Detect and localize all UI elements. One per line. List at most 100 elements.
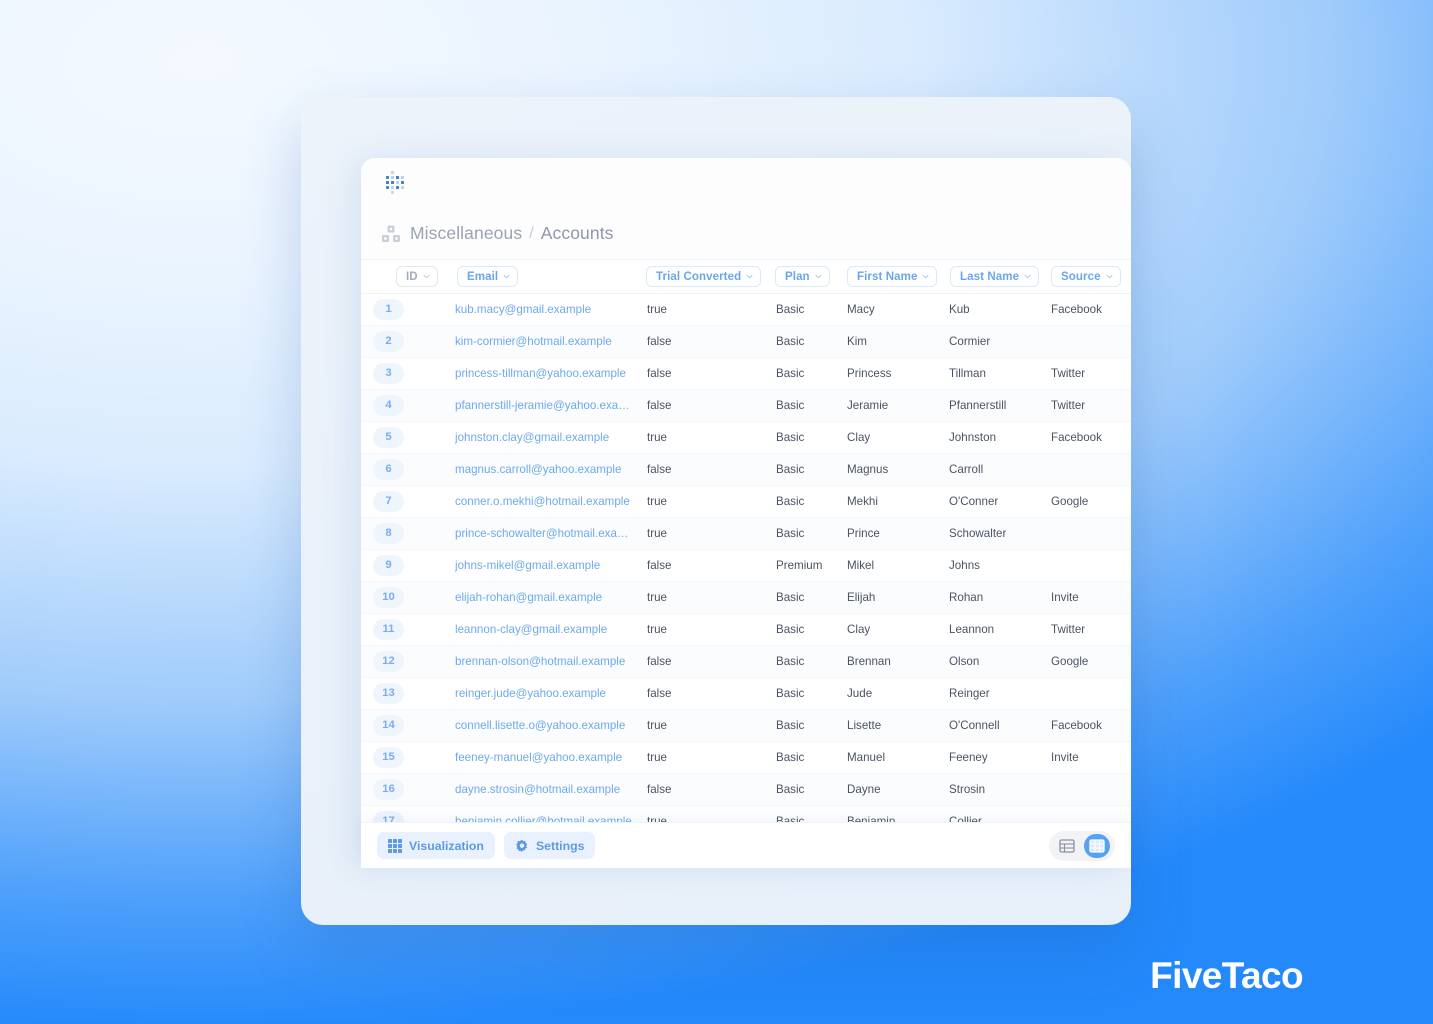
cell-plan: Basic [776, 591, 805, 604]
row-id-badge: 14 [373, 715, 404, 736]
cell-first-name: Dayne [847, 783, 881, 796]
cell-source: Facebook [1051, 431, 1102, 444]
table-row[interactable]: 9 johns-mikel@gmail.example false Premium Mi… [361, 550, 1131, 582]
cell-email[interactable]: johnston.clay@gmail.example [455, 422, 609, 454]
settings-button[interactable]: Settings [503, 832, 596, 859]
cell-email[interactable]: johns-mikel@gmail.example [455, 550, 600, 582]
grid-view-toggle[interactable] [1084, 833, 1110, 858]
cell-source: Invite [1051, 591, 1079, 604]
table-row[interactable]: 14 connell.lisette.o@yahoo.example true Bas… [361, 710, 1131, 742]
chevron-down-icon [423, 274, 430, 279]
table-row[interactable]: 10 elijah-rohan@gmail.example true Basic Eli… [361, 582, 1131, 614]
cell-source: Google [1051, 655, 1089, 668]
column-header-last_name[interactable]: Last Name [950, 266, 1040, 287]
column-header-source[interactable]: Source [1051, 266, 1121, 287]
cell-last-name: Reinger [949, 687, 990, 700]
cell-last-name: Strosin [949, 783, 986, 796]
table-row[interactable]: 16 dayne.strosin@hotmail.example false Basi… [361, 774, 1131, 806]
table-row[interactable]: 6 magnus.carroll@yahoo.example false Basic M… [361, 454, 1131, 486]
column-header-first_name[interactable]: First Name [847, 266, 938, 287]
breadcrumb-parent[interactable]: Miscellaneous [410, 223, 522, 244]
cell-last-name: O'Conner [949, 495, 999, 508]
table-row[interactable]: 3 princess-tillman@yahoo.example false Basi… [361, 358, 1131, 390]
table-body[interactable]: 1 kub.macy@gmail.example true Basic Macy Kub F… [361, 294, 1131, 868]
chevron-down-icon [1106, 274, 1113, 279]
cell-plan: Basic [776, 783, 805, 796]
table-row[interactable]: 8 prince-schowalter@hotmail.exa… true Basic… [361, 518, 1131, 550]
visualization-button[interactable]: Visualization [377, 832, 495, 859]
cell-email[interactable]: conner.o.mekhi@hotmail.example [455, 486, 630, 518]
cell-last-name: Johnston [949, 431, 997, 444]
cell-email[interactable]: magnus.carroll@yahoo.example [455, 454, 621, 486]
cell-email[interactable]: reinger.jude@yahoo.example [455, 678, 606, 710]
cell-email[interactable]: pfannerstill-jeramie@yahoo.exa… [455, 390, 630, 422]
table-row[interactable]: 15 feeney-manuel@yahoo.example true Basic Ma… [361, 742, 1131, 774]
table-row[interactable]: 12 brennan-olson@hotmail.example false Basi… [361, 646, 1131, 678]
cell-email[interactable]: prince-schowalter@hotmail.exa… [455, 518, 629, 550]
breadcrumb-current[interactable]: Accounts [541, 223, 614, 244]
cell-plan: Basic [776, 431, 805, 444]
table-row[interactable]: 11 leannon-clay@gmail.example true Basic Cla… [361, 614, 1131, 646]
chevron-down-icon [746, 274, 753, 279]
list-table-icon [1059, 838, 1075, 853]
column-header-label: Trial Converted [656, 270, 742, 283]
cell-trial-converted: true [647, 591, 667, 604]
cell-last-name: Cormier [949, 335, 991, 348]
table-row[interactable]: 4 pfannerstill-jeramie@yahoo.exa… false Bas… [361, 390, 1131, 422]
column-header-plan[interactable]: Plan [775, 266, 830, 287]
cell-trial-converted: false [647, 463, 672, 476]
cell-email[interactable]: dayne.strosin@hotmail.example [455, 774, 620, 806]
row-id-badge: 11 [373, 619, 404, 640]
cell-email[interactable]: princess-tillman@yahoo.example [455, 358, 626, 390]
cell-trial-converted: true [647, 719, 667, 732]
bottom-toolbar: Visualization Settings [361, 822, 1131, 868]
cell-email[interactable]: kim-cormier@hotmail.example [455, 326, 612, 358]
table-row[interactable]: 13 reinger.jude@yahoo.example false Basic Ju… [361, 678, 1131, 710]
cell-first-name: Mekhi [847, 495, 878, 508]
row-id-badge: 2 [373, 331, 404, 352]
grid-table-icon [1089, 838, 1105, 853]
column-header-trial_converted[interactable]: Trial Converted [646, 266, 762, 287]
grid-icon [388, 838, 402, 853]
cell-plan: Basic [776, 719, 805, 732]
column-header-email[interactable]: Email [457, 266, 519, 287]
row-id-badge: 13 [373, 683, 404, 704]
cell-email[interactable]: leannon-clay@gmail.example [455, 614, 607, 646]
row-id-badge: 12 [373, 651, 404, 672]
breadcrumb: Miscellaneous / Accounts [361, 208, 1131, 260]
cell-first-name: Jude [847, 687, 873, 700]
table-row[interactable]: 2 kim-cormier@hotmail.example false Basic Ki… [361, 326, 1131, 358]
cell-email[interactable]: elijah-rohan@gmail.example [455, 582, 602, 614]
row-id-badge: 9 [373, 555, 404, 576]
chevron-down-icon [815, 274, 822, 279]
cell-trial-converted: true [647, 303, 667, 316]
row-id-badge: 7 [373, 491, 404, 512]
cell-email[interactable]: connell.lisette.o@yahoo.example [455, 710, 625, 742]
column-header-row: ID Email Trial Converted Plan First Name Last… [361, 260, 1131, 294]
cell-last-name: Kub [949, 303, 970, 316]
list-view-toggle[interactable] [1054, 834, 1080, 858]
cell-trial-converted: true [647, 431, 667, 444]
table-row[interactable]: 5 johnston.clay@gmail.example true Basic Cla… [361, 422, 1131, 454]
table-row[interactable]: 7 conner.o.mekhi@hotmail.example true Basic… [361, 486, 1131, 518]
table-row[interactable]: 1 kub.macy@gmail.example true Basic Macy Kub F… [361, 294, 1131, 326]
cell-email[interactable]: brennan-olson@hotmail.example [455, 646, 625, 678]
cell-email[interactable]: kub.macy@gmail.example [455, 294, 591, 326]
column-header-label: Email [467, 270, 499, 283]
cell-trial-converted: true [647, 527, 667, 540]
cell-trial-converted: false [647, 399, 672, 412]
column-header-label: Source [1061, 270, 1101, 283]
blocks-icon [382, 225, 400, 242]
cell-trial-converted: true [647, 495, 667, 508]
cell-plan: Basic [776, 687, 805, 700]
cell-last-name: Feeney [949, 751, 988, 764]
cell-first-name: Princess [847, 367, 892, 380]
column-header-id[interactable]: ID [396, 266, 438, 287]
cell-trial-converted: false [647, 687, 672, 700]
cell-last-name: Pfannerstill [949, 399, 1007, 412]
cell-plan: Premium [776, 559, 823, 572]
cell-email[interactable]: feeney-manuel@yahoo.example [455, 742, 622, 774]
row-id-badge: 1 [373, 299, 404, 320]
dot-matrix-logo-icon[interactable] [383, 170, 409, 196]
breadcrumb-separator: / [529, 224, 534, 242]
